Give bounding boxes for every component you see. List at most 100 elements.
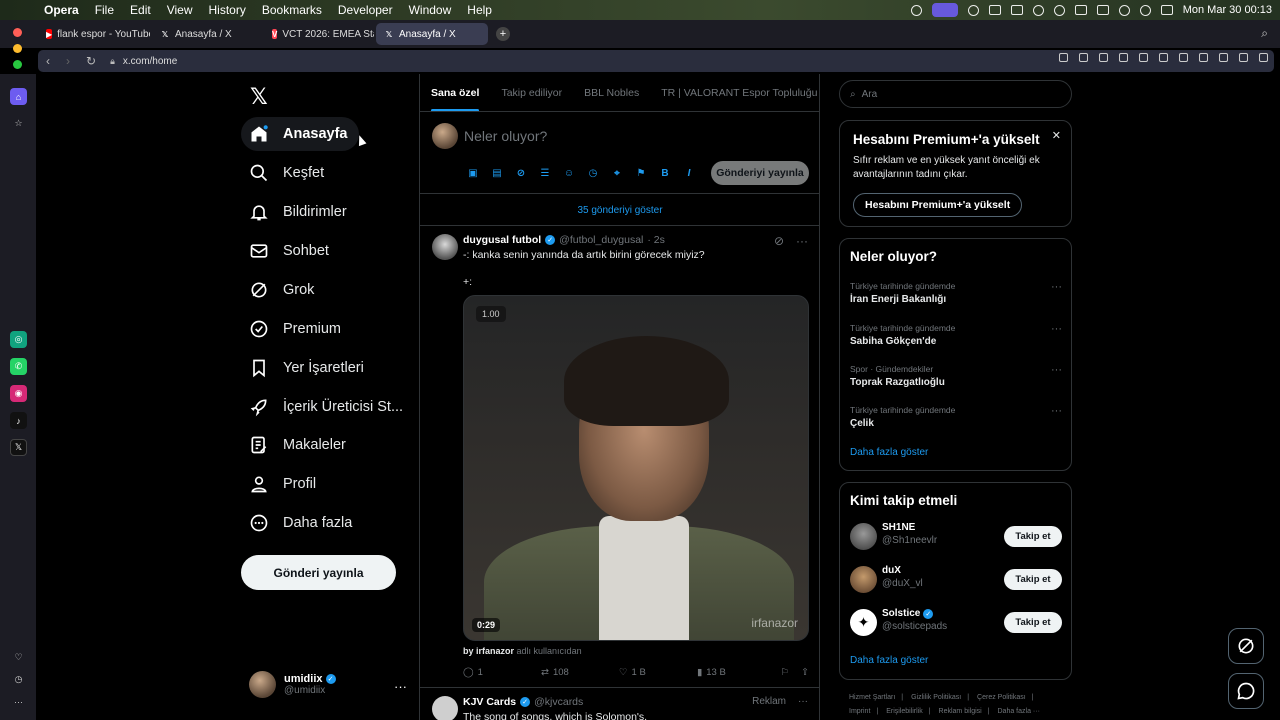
menu-help[interactable]: Help xyxy=(459,3,500,17)
show-new-posts[interactable]: 35 gönderiyi göster xyxy=(420,195,820,226)
tab-x-home-active[interactable]: 𝕏 Anasayfa / X xyxy=(376,23,488,45)
tiktok-icon[interactable]: ♪ xyxy=(10,412,27,429)
trend-item[interactable]: Türkiye tarihinde gündemde Sabiha Gökçen… xyxy=(850,323,1062,347)
tab-for-you[interactable]: Sana özel xyxy=(420,74,490,111)
bold-icon[interactable]: B xyxy=(658,166,672,180)
post-time[interactable]: · 2s xyxy=(647,234,665,246)
nav-more[interactable]: Daha fazla xyxy=(241,506,364,540)
trend-item[interactable]: Türkiye tarihinde gündemde İran Enerji B… xyxy=(850,281,1062,305)
footer-link[interactable]: Hizmet Şartları xyxy=(849,694,895,701)
follow-suggestion[interactable]: ✦ Solstice ✓ @solsticepads Takip et xyxy=(850,608,1062,638)
tab-x-home-1[interactable]: 𝕏 Anasayfa / X xyxy=(152,23,262,45)
publish-button[interactable]: Gönderiyi yayınla xyxy=(711,161,809,185)
nav-grok[interactable]: Grok xyxy=(241,273,326,307)
bookmark-icon[interactable]: ⚐ xyxy=(781,667,790,678)
poll-icon[interactable]: ☰ xyxy=(538,166,552,180)
tab-youtube[interactable]: ▶ flank espor - YouTube xyxy=(38,23,150,45)
more-dots-icon[interactable]: ··· xyxy=(796,234,808,248)
emoji-icon[interactable]: ☺ xyxy=(562,166,576,180)
shield-icon[interactable] xyxy=(1099,53,1108,62)
more-icon[interactable]: ··· xyxy=(10,693,27,710)
wifi-icon[interactable] xyxy=(1118,4,1130,16)
compose-input[interactable]: Neler oluyor? xyxy=(464,128,547,144)
x-logo-icon[interactable]: 𝕏 xyxy=(250,84,268,110)
back-icon[interactable]: ‹ xyxy=(46,54,50,68)
video-speed[interactable]: 1.00 xyxy=(476,306,506,322)
menu-history[interactable]: History xyxy=(201,3,254,17)
footer-link[interactable]: Reklam bilgisi xyxy=(939,708,982,715)
nav-messages[interactable]: Sohbet xyxy=(241,234,341,268)
grok-icon[interactable]: ⊘ xyxy=(514,166,528,180)
x-icon[interactable]: 𝕏 xyxy=(10,439,27,456)
user-icon[interactable] xyxy=(1053,4,1065,16)
menu-icon[interactable] xyxy=(1219,53,1228,62)
tab-following[interactable]: Takip ediliyor xyxy=(490,74,573,111)
premium-upgrade-button[interactable]: Hesabını Premium+'a yükselt xyxy=(853,193,1023,217)
chatgpt-icon[interactable]: ◎ xyxy=(10,331,27,348)
chatgpt-status-icon[interactable] xyxy=(967,4,979,16)
follow-button[interactable]: Takip et xyxy=(1004,612,1062,633)
flag-icon[interactable]: ⚑ xyxy=(634,166,648,180)
post[interactable]: KJV Cards ✓ @kjvcards Reklam ··· The son… xyxy=(420,689,820,720)
follow-button[interactable]: Takip et xyxy=(1004,569,1062,590)
more-dots-icon[interactable]: ··· xyxy=(394,679,407,694)
lock-icon[interactable]: 🔒︎ xyxy=(110,56,115,67)
minimize-window-button[interactable] xyxy=(13,44,22,53)
stats-icon[interactable] xyxy=(988,5,1001,15)
camera-icon[interactable] xyxy=(1079,53,1088,62)
account-switcher[interactable]: umidiix ✓ @umidiix ··· xyxy=(249,671,407,698)
keyboard-icon[interactable] xyxy=(1074,5,1087,15)
nav-notifications[interactable]: Bildirimler xyxy=(241,195,359,229)
new-tab-button[interactable]: + xyxy=(496,27,510,41)
more-dots-icon[interactable]: ··· xyxy=(798,696,808,707)
history-icon[interactable]: ◷ xyxy=(10,671,27,688)
control-center-icon[interactable] xyxy=(1160,5,1173,15)
download-icon[interactable] xyxy=(1179,53,1188,62)
nav-creator-studio[interactable]: İçerik Üreticisi St... xyxy=(241,390,415,424)
footer-link[interactable]: Daha fazla ··· xyxy=(998,708,1040,715)
tab-bbl-nobles[interactable]: BBL Nobles xyxy=(573,74,650,111)
schedule-icon[interactable]: ◷ xyxy=(586,166,600,180)
search-input[interactable]: ⌕ Ara xyxy=(839,80,1072,108)
post-author-handle[interactable]: @futbol_duygusal xyxy=(559,234,643,246)
extensions-icon[interactable] xyxy=(1259,53,1268,62)
menu-window[interactable]: Window xyxy=(401,3,460,17)
heart-icon[interactable] xyxy=(1159,53,1168,62)
forward-icon[interactable]: › xyxy=(66,54,70,68)
heart-icon[interactable]: ♡ xyxy=(10,649,27,666)
nav-articles[interactable]: Makaleler xyxy=(241,428,358,462)
footer-link[interactable]: Imprint xyxy=(849,708,870,715)
spotlight-icon[interactable] xyxy=(1139,4,1151,16)
more-dots-icon[interactable]: ··· xyxy=(1051,364,1062,376)
edit-icon[interactable] xyxy=(1059,53,1068,62)
italic-icon[interactable]: I xyxy=(682,166,696,180)
attribution-user[interactable]: by irfanazor xyxy=(463,646,514,656)
repost-button[interactable]: ⇄ 108 xyxy=(541,667,619,678)
toggle-icon[interactable] xyxy=(1199,53,1208,62)
more-dots-icon[interactable]: ··· xyxy=(1051,405,1062,417)
menu-view[interactable]: View xyxy=(159,3,201,17)
more-dots-icon[interactable]: ··· xyxy=(1051,281,1062,293)
easy-setup-icon[interactable] xyxy=(1239,53,1248,62)
play-icon[interactable] xyxy=(1032,4,1044,16)
more-dots-icon[interactable]: ··· xyxy=(1051,323,1062,335)
tab-tr-valorant[interactable]: TR | VALORANT Espor Topluluğu xyxy=(650,74,820,111)
nav-premium[interactable]: Premium xyxy=(241,312,353,346)
reply-button[interactable]: ◯ 1 xyxy=(463,667,541,678)
post[interactable]: duygusal futbol ✓ @futbol_duygusal · 2s … xyxy=(420,226,820,688)
gif-icon[interactable]: ▤ xyxy=(490,166,504,180)
nav-profile[interactable]: Profil xyxy=(241,467,328,501)
cloud-icon[interactable] xyxy=(1010,5,1023,15)
menu-developer[interactable]: Developer xyxy=(330,3,401,17)
chat-float-button[interactable] xyxy=(1228,673,1264,709)
instagram-icon[interactable]: ◉ xyxy=(10,385,27,402)
url-field[interactable]: x.com/home xyxy=(123,56,177,67)
post-video[interactable]: 1.00 0:29 irfanazor xyxy=(463,295,809,641)
vpn-icon[interactable] xyxy=(1119,53,1128,62)
post-author-name[interactable]: KJV Cards xyxy=(463,696,516,708)
menu-bookmarks[interactable]: Bookmarks xyxy=(254,3,330,17)
nav-bookmarks[interactable]: Yer İşaretleri xyxy=(241,351,376,385)
follow-suggestion[interactable]: duX @duX_vl Takip et xyxy=(850,565,1062,595)
image-icon[interactable]: ▣ xyxy=(466,166,480,180)
trend-item[interactable]: Türkiye tarihinde gündemde Çelik ··· xyxy=(850,405,1062,429)
